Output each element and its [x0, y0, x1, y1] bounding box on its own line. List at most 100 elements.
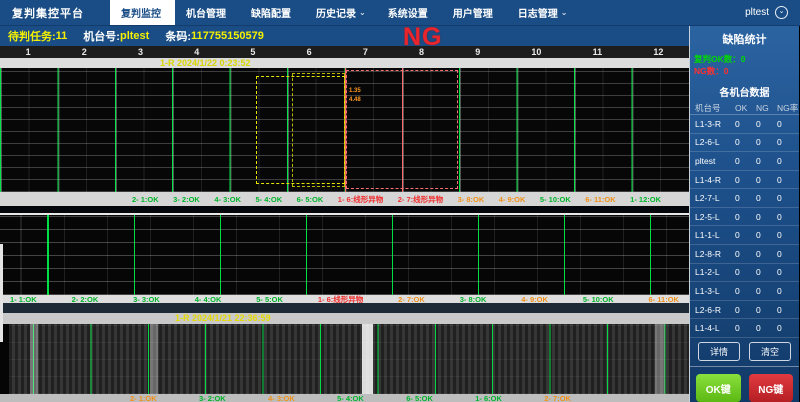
machine-ok-count: 0	[735, 193, 756, 203]
user-name: pltest	[745, 7, 769, 18]
column-result-label[interactable]: 1- 6:OK	[475, 394, 502, 402]
column-result-label[interactable]: 3- 8:OK	[458, 195, 485, 204]
ok-counter: 复判OK数：0	[694, 53, 799, 65]
column-result-label[interactable]: 5- 4:OK	[255, 195, 282, 204]
nav-item[interactable]: 机台管理	[175, 0, 240, 25]
machine-table-row[interactable]: L2-8-R 0 0 0	[690, 245, 799, 264]
el-image-strip-1[interactable]: 1.35 4.48	[0, 68, 689, 192]
machine-table-row[interactable]: L1-4-R 0 0 0	[690, 171, 799, 190]
strip2-column-results: 1- 1:OK 2- 2:OK 3- 3:OK 4- 4:OK 5- 5:OK 1- 6:…	[0, 295, 689, 303]
chevron-down-icon: ⌄	[359, 8, 366, 17]
defect-measure-tag: 4.48	[349, 97, 361, 104]
nav-item[interactable]: 复判监控	[110, 0, 175, 25]
machine-table-row[interactable]: L2-6-R 0 0 0	[690, 301, 799, 320]
column-result-label[interactable]: 3- 8:OK	[460, 295, 487, 303]
column-result-label[interactable]: 4- 3:OK	[268, 394, 295, 402]
circle-chevron-down-icon[interactable]	[775, 6, 788, 19]
defect-select-box-inner[interactable]	[292, 73, 345, 187]
bright-cell-column	[362, 324, 373, 394]
machine-ok-count: 0	[735, 249, 756, 259]
column-result-label[interactable]: 2- 1:OK	[132, 195, 159, 204]
machine-ng-rate: 0	[777, 193, 800, 203]
machine-table-row[interactable]: L1-2-L 0 0 0	[690, 264, 799, 283]
column-result-label[interactable]: 6- 11:OK	[649, 295, 679, 303]
user-menu[interactable]: pltest	[745, 0, 800, 25]
top-navbar: 复判集控平台 复判监控 机台管理 缺陷配置 历史记录	[0, 0, 800, 26]
column-result-label[interactable]: 6- 5:OK	[297, 195, 324, 204]
machine-name: L1-3-L	[695, 286, 735, 296]
column-result-label[interactable]: 3- 2:OK	[199, 394, 226, 402]
machine-table-row[interactable]: L1-4-L 0 0 0	[690, 319, 799, 338]
machine-ng-count: 0	[756, 305, 777, 315]
machine-table-header: 机台号 OK NG NG率	[690, 102, 799, 115]
strip3-column-results: 2- 1:OK 3- 2:OK 4- 3:OK 5- 4:OK 6- 5:OK 1- 6:…	[0, 394, 689, 402]
column-result-label[interactable]: 1- 6:线形异物	[338, 194, 383, 205]
strip3-top-margin: 1-R 2024/1/21 22:36:59	[0, 313, 689, 324]
machine-id: 机台号:pltest	[83, 28, 149, 44]
column-result-label[interactable]: 2- 7:OK	[398, 295, 425, 303]
column-result-label[interactable]: 2- 2:OK	[72, 295, 99, 303]
machine-ok-count: 0	[735, 230, 756, 240]
nav-item[interactable]: 历史记录 ⌄	[305, 0, 377, 25]
column-result-label[interactable]: 4- 4:OK	[195, 295, 222, 303]
column-result-label[interactable]: 3- 3:OK	[133, 295, 160, 303]
column-result-label[interactable]: 5- 5:OK	[256, 295, 283, 303]
main-monitor-area: 待判任务:11 机台号:pltest 条码:117755150579 NG 12…	[0, 26, 689, 402]
machine-ok-count: 0	[735, 212, 756, 222]
column-result-label[interactable]: 2- 1:OK	[130, 394, 157, 402]
column-result-label[interactable]: 4- 9:OK	[499, 195, 526, 204]
nav-item[interactable]: 系统设置	[377, 0, 442, 25]
column-result-label[interactable]: 4- 9:OK	[521, 295, 548, 303]
machine-ok-count: 0	[735, 286, 756, 296]
machine-table-row[interactable]: L1-3-R 0 0 0	[690, 115, 799, 134]
column-number-ruler: 123456789101112	[0, 46, 689, 58]
ng-judge-button[interactable]: NG键	[749, 374, 794, 402]
machine-name: L1-2-L	[695, 267, 735, 277]
strip3-timestamp: 1-R 2024/1/21 22:36:59	[175, 313, 271, 323]
column-number: 1	[26, 47, 31, 57]
column-number: 10	[531, 47, 541, 57]
machine-name: L1-1-L	[695, 230, 735, 240]
nav-item-label: 机台管理	[186, 5, 226, 20]
column-result-label[interactable]: 5- 10:OK	[540, 195, 571, 204]
machine-ng-rate: 0	[777, 305, 800, 315]
column-number: 11	[593, 47, 603, 57]
nav-item[interactable]: 用户管理	[442, 0, 507, 25]
defect-ng-box[interactable]	[346, 70, 458, 189]
nav-item[interactable]: 日志管理 ⌄	[507, 0, 579, 25]
detail-button[interactable]: 详情	[698, 342, 740, 361]
barcode: 条码:117755150579	[165, 28, 263, 44]
defect-stats-sidebar: 缺陷统计 复判OK数：0 NG数：0 各机台数据 机台号 OK NG NG率 L	[689, 26, 799, 402]
column-number: 12	[653, 47, 663, 57]
machine-table-row[interactable]: L1-1-L 0 0 0	[690, 226, 799, 245]
el-image-strip-3[interactable]	[0, 324, 689, 394]
column-result-label[interactable]: 5- 4:OK	[337, 394, 364, 402]
machine-name: L2-6-R	[695, 305, 735, 315]
machine-ng-count: 0	[756, 212, 777, 222]
column-result-label[interactable]: 6- 5:OK	[406, 394, 433, 402]
column-result-label[interactable]: 3- 2:OK	[173, 195, 200, 204]
column-result-label[interactable]: 1- 1:OK	[10, 295, 37, 303]
machine-table-row[interactable]: L2-7-L 0 0 0	[690, 189, 799, 208]
column-result-label[interactable]: 2- 7:线形异物	[398, 194, 443, 205]
machine-table-row[interactable]: pltest 0 0 0	[690, 152, 799, 171]
column-result-label[interactable]: 1- 12:OK	[630, 195, 661, 204]
column-result-label[interactable]: 1- 6:线形异物	[318, 295, 363, 303]
strip1-column-results: 2- 1:OK 3- 2:OK 4- 3:OK 5- 4:OK 6- 5:OK 1- 6:…	[0, 192, 689, 206]
column-result-label[interactable]: 4- 3:OK	[214, 195, 241, 204]
machine-table-row[interactable]: L2-6-L 0 0 0	[690, 134, 799, 153]
machine-name: L1-3-R	[695, 119, 735, 129]
machine-name: L2-6-L	[695, 137, 735, 147]
nav-item-label: 系统设置	[388, 5, 428, 20]
nav-item[interactable]: 缺陷配置	[240, 0, 305, 25]
sidebar-title: 缺陷统计	[690, 26, 799, 51]
machine-table-row[interactable]: L1-3-L 0 0 0	[690, 282, 799, 301]
ok-judge-button[interactable]: OK键	[696, 374, 741, 402]
el-image-strip-2[interactable]	[0, 215, 689, 295]
column-result-label[interactable]: 5- 10:OK	[583, 295, 614, 303]
machine-table-row[interactable]: L2-5-L 0 0 0	[690, 208, 799, 227]
column-result-label[interactable]: 2- 7:OK	[544, 394, 571, 402]
column-result-label[interactable]: 6- 11:OK	[585, 195, 615, 204]
strip-scroll-handle[interactable]	[0, 244, 3, 342]
clear-button[interactable]: 清空	[749, 342, 791, 361]
